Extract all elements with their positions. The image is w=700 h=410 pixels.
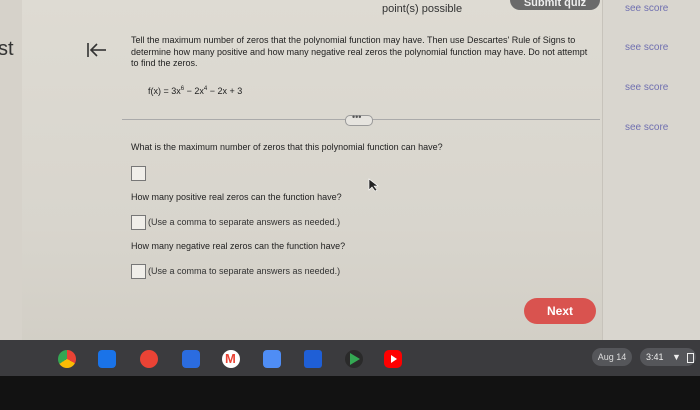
function-suffix: − 2x + 3 xyxy=(207,86,243,96)
left-panel: st xyxy=(0,0,22,340)
status-tray[interactable]: 3:41 ▼ xyxy=(640,348,696,366)
battery-icon xyxy=(687,352,695,363)
question-instructions: Tell the maximum number of zeros that th… xyxy=(131,35,588,68)
points-label: point(s) possible xyxy=(382,3,463,15)
meet-icon[interactable] xyxy=(182,350,200,368)
submit-quiz-button[interactable]: Submit quiz xyxy=(510,0,600,10)
max-zeros-input[interactable] xyxy=(131,166,146,181)
screen-bezel xyxy=(0,376,700,410)
negative-zeros-hint: (Use a comma to separate answers as need… xyxy=(148,266,341,276)
play-store-icon[interactable] xyxy=(345,350,363,368)
see-score-link[interactable]: see score xyxy=(625,82,668,93)
mouse-pointer-icon xyxy=(368,178,379,192)
left-panel-text: st xyxy=(0,38,14,60)
photos-icon[interactable] xyxy=(140,350,158,368)
polynomial-function: f(x) = 3x6 − 2x4 − 2x + 3 xyxy=(148,86,242,96)
youtube-icon[interactable] xyxy=(384,350,402,368)
wifi-icon: ▼ xyxy=(672,352,681,362)
gmail-icon[interactable]: M xyxy=(222,350,240,368)
see-score-link[interactable]: see score xyxy=(625,122,668,133)
date-display[interactable]: Aug 14 xyxy=(592,348,632,366)
expand-more-button[interactable]: ••• xyxy=(345,112,373,126)
youtube-play-icon xyxy=(391,355,397,363)
play-triangle-icon xyxy=(350,353,360,365)
question-max-zeros: What is the maximum number of zeros that… xyxy=(131,142,443,152)
collapse-arrow-icon[interactable] xyxy=(86,40,108,60)
see-score-link[interactable]: see score xyxy=(625,42,668,53)
function-prefix: f(x) = 3x xyxy=(148,86,181,96)
question-negative-zeros: How many negative real zeros can the fun… xyxy=(131,241,346,251)
classroom-icon[interactable] xyxy=(98,350,116,368)
score-sidebar: see score see score see score see score xyxy=(602,0,700,340)
chrome-icon[interactable] xyxy=(58,350,76,368)
calendar-icon[interactable] xyxy=(263,350,281,368)
negative-zeros-input[interactable] xyxy=(131,264,146,279)
positive-zeros-hint: (Use a comma to separate answers as need… xyxy=(148,217,341,227)
quiz-screen: st point(s) possible Submit quiz see sco… xyxy=(0,0,700,410)
question-positive-zeros: How many positive real zeros can the fun… xyxy=(131,192,342,202)
os-shelf: M Aug 14 3:41 ▼ xyxy=(0,340,700,376)
clock-time: 3:41 xyxy=(646,352,664,362)
files-icon[interactable] xyxy=(304,350,322,368)
next-button[interactable]: Next xyxy=(524,298,596,324)
see-score-link[interactable]: see score xyxy=(625,3,668,14)
positive-zeros-input[interactable] xyxy=(131,215,146,230)
more-dots: ••• xyxy=(352,112,362,122)
function-mid: − 2x xyxy=(184,86,204,96)
top-bar: point(s) possible Submit quiz xyxy=(120,0,600,18)
